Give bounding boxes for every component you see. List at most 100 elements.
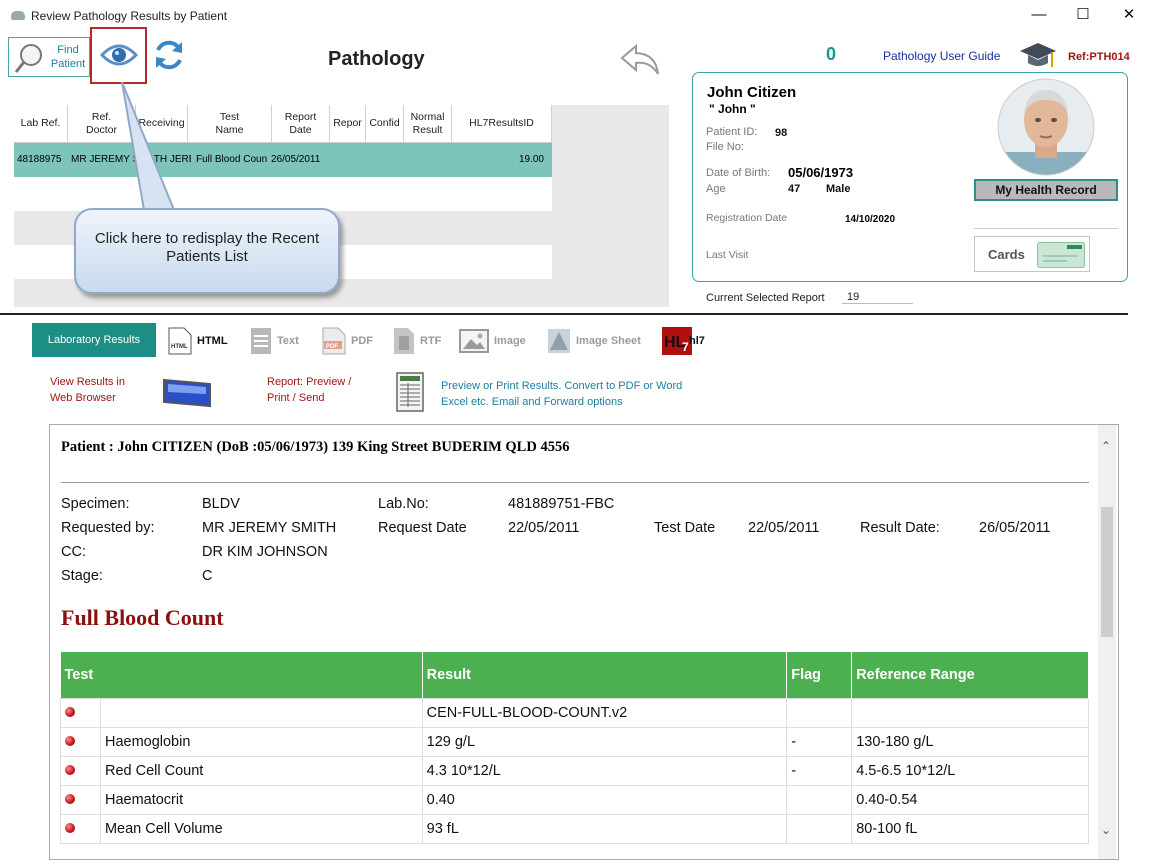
current-report-label: Current Selected Report bbox=[706, 292, 825, 304]
test-date-label: Test Date bbox=[654, 520, 716, 536]
format-text-label: Text bbox=[277, 335, 299, 347]
report-preview-label[interactable]: Report: Preview / Print / Send bbox=[267, 374, 351, 406]
image-sheet-icon bbox=[548, 329, 570, 353]
my-health-record-button[interactable]: My Health Record bbox=[974, 179, 1118, 201]
back-arrow-icon[interactable] bbox=[618, 42, 662, 78]
cards-button[interactable]: Cards bbox=[974, 236, 1090, 272]
patient-sex: Male bbox=[826, 183, 851, 195]
col-report-date[interactable]: Report Date bbox=[272, 105, 330, 142]
format-html-button[interactable]: HTML HTML bbox=[168, 327, 228, 355]
cell-flag: - bbox=[786, 756, 853, 786]
scroll-up-icon[interactable]: ⌃ bbox=[1101, 439, 1111, 453]
maximize-icon[interactable]: ☐ bbox=[1060, 0, 1106, 32]
col-normal-result[interactable]: Normal Result bbox=[404, 105, 452, 142]
patient-dob: 05/06/1973 bbox=[788, 165, 854, 180]
cell-test bbox=[99, 698, 423, 728]
col-lab-ref[interactable]: Lab Ref. bbox=[14, 105, 68, 142]
col-hl7-results-id[interactable]: HL7ResultsID bbox=[452, 105, 552, 142]
cell-test: Mean Cell Volume bbox=[99, 814, 423, 844]
row-marker bbox=[60, 698, 101, 728]
cell-hl7-id: 19.00 bbox=[518, 154, 544, 165]
results-table-header: Test Result Flag Reference Range bbox=[60, 652, 1089, 699]
minimize-icon[interactable]: — bbox=[1016, 0, 1062, 32]
redisplay-recent-patients-button[interactable] bbox=[90, 27, 147, 84]
file-no-label: File No: bbox=[706, 141, 744, 153]
magnifier-icon bbox=[14, 44, 42, 73]
patient-nickname: " John " bbox=[709, 102, 756, 116]
grid-header: Lab Ref. Ref. Doctor Receiving Test Name… bbox=[14, 105, 552, 143]
close-icon[interactable]: ✕ bbox=[1106, 0, 1152, 32]
cell-result: CEN-FULL-BLOOD-COUNT.v2 bbox=[421, 698, 788, 728]
scroll-down-icon[interactable]: ⌄ bbox=[1101, 823, 1111, 837]
format-image-sheet-label: Image Sheet bbox=[576, 335, 641, 347]
browser-icon[interactable] bbox=[162, 378, 212, 408]
cell-lab-ref: 48188975 bbox=[17, 154, 62, 165]
scrollbar-thumb[interactable] bbox=[1101, 507, 1113, 637]
eye-icon bbox=[100, 44, 138, 66]
format-image-button[interactable]: Image bbox=[459, 327, 526, 355]
patient-name: John Citizen bbox=[707, 84, 797, 101]
patient-id-label: Patient ID: bbox=[706, 126, 758, 138]
patient-count: 0 bbox=[826, 44, 837, 64]
format-text-button[interactable]: Text bbox=[250, 327, 299, 355]
format-html-label: HTML bbox=[197, 335, 228, 347]
cell-range: 4.5-6.5 10*12/L bbox=[851, 756, 1089, 786]
title-bar: Review Pathology Results by Patient — ☐ … bbox=[0, 0, 1152, 32]
cell-range: 0.40-0.54 bbox=[851, 785, 1089, 815]
cc-value: DR KIM JOHNSON bbox=[202, 544, 328, 560]
hl7-logo-icon: HL7 bbox=[662, 327, 692, 355]
result-date-value: 26/05/2011 bbox=[979, 520, 1051, 536]
patient-card: John Citizen " John " Patient ID: 98 Fil… bbox=[692, 72, 1128, 282]
callout-tooltip: Click here to redisplay the Recent Patie… bbox=[74, 208, 340, 294]
format-image-label: Image bbox=[494, 335, 526, 347]
header-flag: Flag bbox=[786, 652, 853, 699]
report-sheet-icon[interactable] bbox=[396, 372, 424, 412]
table-row-empty bbox=[14, 177, 552, 211]
find-patient-button[interactable]: Find Patient bbox=[8, 37, 90, 77]
table-row: Mean Cell Volume 93 fL 80-100 fL bbox=[60, 814, 1089, 844]
pdf-file-icon: PDF bbox=[322, 327, 346, 355]
stage-value: C bbox=[202, 568, 213, 584]
patient-age: 47 bbox=[788, 183, 801, 195]
cell-test: Red Cell Count bbox=[99, 756, 423, 786]
test-date-value: 22/05/2011 bbox=[748, 520, 820, 536]
lab-no-label: Lab.No: bbox=[378, 496, 429, 512]
format-hl7-button[interactable]: HL 7 hl7 bbox=[662, 327, 705, 355]
graduation-cap-icon[interactable] bbox=[1018, 39, 1058, 71]
age-label: Age bbox=[706, 183, 726, 195]
cell-range: 80-100 fL bbox=[851, 814, 1089, 844]
current-report-field[interactable]: 19 bbox=[842, 291, 913, 304]
table-row: Haematocrit 0.40 0.40-0.54 bbox=[60, 785, 1089, 815]
user-guide-link[interactable]: Pathology User Guide bbox=[883, 49, 1000, 63]
cell-test-name: Full Blood Coun bbox=[196, 154, 268, 165]
divider bbox=[974, 228, 1118, 229]
table-row[interactable]: 48188975 MR JEREMY S SMITH JEREM Full Bl… bbox=[14, 143, 552, 177]
cards-label: Cards bbox=[988, 247, 1025, 262]
header-reference-range: Reference Range bbox=[851, 652, 1089, 699]
format-image-sheet-button[interactable]: Image Sheet bbox=[547, 327, 641, 355]
section-title: Full Blood Count bbox=[61, 605, 224, 630]
last-visit-label: Last Visit bbox=[706, 249, 749, 261]
text-file-icon bbox=[251, 328, 271, 354]
medicare-card-icon bbox=[1037, 242, 1085, 268]
divider bbox=[61, 482, 1089, 483]
col-report[interactable]: Repor bbox=[330, 105, 366, 142]
report-viewer[interactable]: Patient : John CITIZEN (DoB :05/06/1973)… bbox=[49, 424, 1119, 860]
format-rtf-button[interactable]: RTF bbox=[393, 327, 441, 355]
request-date-value: 22/05/2011 bbox=[508, 520, 580, 536]
format-pdf-button[interactable]: PDF PDF bbox=[322, 327, 373, 355]
cell-result: 0.40 bbox=[421, 785, 788, 815]
col-confid[interactable]: Confid bbox=[366, 105, 404, 142]
result-date-label: Result Date: bbox=[860, 520, 940, 536]
cell-result: 93 fL bbox=[421, 814, 788, 844]
col-test-name[interactable]: Test Name bbox=[188, 105, 272, 142]
report-scrollbar[interactable]: ⌃ ⌄ bbox=[1098, 425, 1116, 859]
cell-range: 130-180 g/L bbox=[851, 727, 1089, 757]
tab-laboratory-results[interactable]: Laboratory Results bbox=[32, 323, 156, 357]
refresh-icon[interactable] bbox=[152, 38, 186, 72]
callout-pointer bbox=[121, 81, 176, 211]
rtf-file-icon bbox=[394, 328, 414, 354]
view-in-browser-label[interactable]: View Results in Web Browser bbox=[50, 374, 125, 406]
svg-text:7: 7 bbox=[682, 340, 689, 354]
cell-result: 129 g/L bbox=[421, 727, 788, 757]
